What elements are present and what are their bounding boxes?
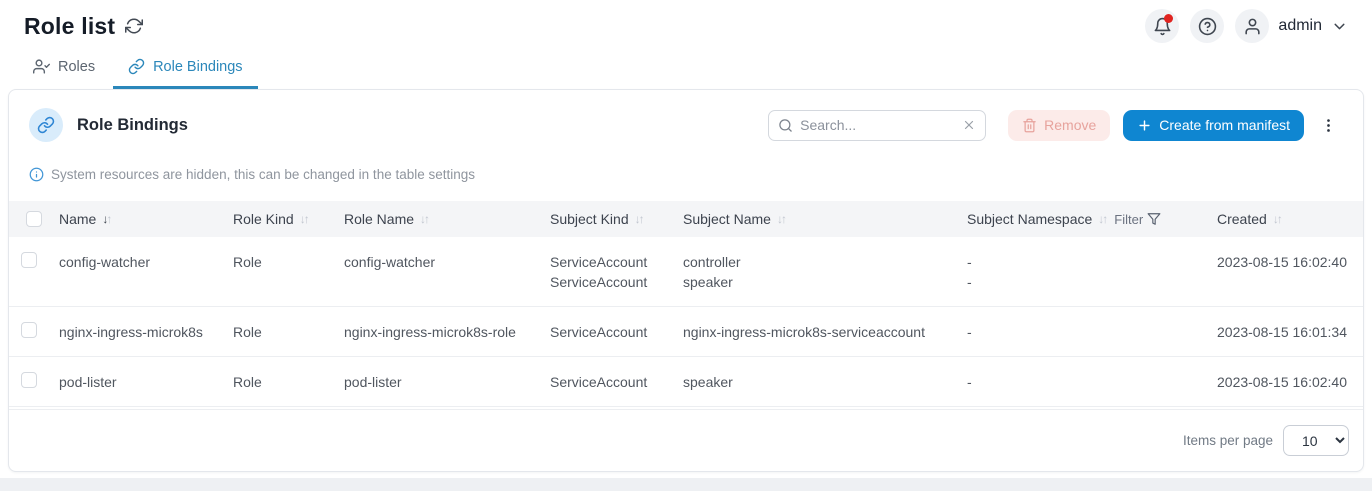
role-bindings-icon: [29, 108, 63, 142]
row-checkbox[interactable]: [21, 252, 37, 268]
filter-funnel-icon: [1147, 212, 1161, 226]
tabs: Roles Role Bindings: [0, 52, 1372, 89]
chevron-down-icon: [1331, 18, 1348, 35]
user-avatar: [1235, 9, 1269, 43]
cell-role-kind: Role: [233, 252, 344, 272]
cell-subject-namespace: -: [967, 372, 1208, 392]
sort-icon[interactable]: ↓↑: [777, 212, 785, 226]
column-header-created[interactable]: Created ↓↑: [1208, 211, 1363, 227]
search-input[interactable]: [800, 117, 955, 133]
refresh-icon[interactable]: [125, 17, 143, 35]
cell-created: 2023-08-15 16:01:34: [1208, 322, 1363, 342]
row-checkbox[interactable]: [21, 372, 37, 388]
cell-subject-name: nginx-ingress-microk8s-serviceaccount: [683, 322, 967, 342]
search-box: [768, 110, 986, 141]
cell-role-name: nginx-ingress-microk8s-role: [344, 322, 550, 342]
cell-name: pod-lister: [59, 372, 233, 392]
table-body: config-watcherRoleconfig-watcherServiceA…: [9, 237, 1363, 407]
user-icon: [1243, 17, 1262, 36]
sort-icon[interactable]: ↓↑: [420, 212, 428, 226]
user-menu[interactable]: admin: [1235, 9, 1348, 43]
page-title: Role list: [24, 13, 115, 40]
filter-button[interactable]: Filter: [1114, 212, 1161, 227]
items-per-page-select[interactable]: 10: [1283, 425, 1349, 456]
notification-badge: [1164, 14, 1173, 23]
user-check-icon: [33, 58, 50, 75]
remove-button-label: Remove: [1044, 117, 1096, 133]
cell-subject-namespace: -: [967, 322, 1208, 342]
clear-search-icon[interactable]: [962, 118, 976, 132]
cell-subject-name: speaker: [683, 372, 967, 392]
column-header-subject-namespace[interactable]: Subject Namespace ↓↑ Filter: [967, 211, 1208, 227]
help-button[interactable]: [1190, 9, 1224, 43]
plus-icon: [1137, 118, 1152, 133]
kebab-menu-icon[interactable]: [1316, 113, 1341, 138]
info-text: System resources are hidden, this can be…: [51, 167, 475, 182]
tab-role-bindings-label: Role Bindings: [153, 59, 242, 75]
tab-roles[interactable]: Roles: [18, 52, 110, 89]
info-row: System resources are hidden, this can be…: [29, 167, 1343, 182]
filter-label: Filter: [1114, 212, 1143, 227]
create-from-manifest-button[interactable]: Create from manifest: [1123, 110, 1304, 141]
column-header-role-name[interactable]: Role Name ↓↑: [344, 211, 550, 227]
cell-name: nginx-ingress-microk8s: [59, 322, 233, 342]
sort-icon[interactable]: ↓↑: [102, 212, 110, 226]
cell-subject-name: controllerspeaker: [683, 252, 967, 292]
table-row[interactable]: config-watcherRoleconfig-watcherServiceA…: [9, 237, 1363, 307]
sort-icon[interactable]: ↓↑: [300, 212, 308, 226]
cell-subject-kind: ServiceAccount: [550, 322, 683, 342]
sort-icon[interactable]: ↓↑: [635, 212, 643, 226]
link-icon: [128, 58, 145, 75]
tab-role-bindings[interactable]: Role Bindings: [113, 52, 257, 89]
column-header-role-kind[interactable]: Role Kind ↓↑: [233, 211, 344, 227]
info-icon: [29, 167, 44, 182]
cell-subject-kind: ServiceAccount: [550, 372, 683, 392]
row-checkbox[interactable]: [21, 322, 37, 338]
search-icon: [778, 118, 793, 133]
cell-role-name: config-watcher: [344, 252, 550, 272]
cell-role-kind: Role: [233, 322, 344, 342]
cell-created: 2023-08-15 16:02:40: [1208, 252, 1363, 272]
column-header-subject-kind[interactable]: Subject Kind ↓↑: [550, 211, 683, 227]
topbar: Role list: [0, 0, 1372, 44]
cell-subject-namespace: --: [967, 252, 1208, 292]
column-header-subject-name[interactable]: Subject Name ↓↑: [683, 211, 967, 227]
notifications-button[interactable]: [1145, 9, 1179, 43]
select-all-checkbox[interactable]: [26, 211, 42, 227]
sort-icon[interactable]: ↓↑: [1098, 212, 1106, 226]
table-row[interactable]: nginx-ingress-microk8sRolenginx-ingress-…: [9, 307, 1363, 357]
sort-icon[interactable]: ↓↑: [1273, 212, 1281, 226]
card-title: Role Bindings: [77, 116, 188, 135]
card-header: Role Bindings Remove: [9, 90, 1363, 142]
create-button-label: Create from manifest: [1159, 117, 1290, 133]
remove-button[interactable]: Remove: [1008, 110, 1110, 141]
cell-role-name: pod-lister: [344, 372, 550, 392]
table-row[interactable]: pod-listerRolepod-listerServiceAccountsp…: [9, 357, 1363, 407]
cell-created: 2023-08-15 16:02:40: [1208, 372, 1363, 392]
column-header-name[interactable]: Name ↓↑: [59, 211, 233, 227]
cell-name: config-watcher: [59, 252, 233, 272]
trash-icon: [1022, 118, 1037, 133]
help-icon: [1198, 17, 1217, 36]
role-bindings-card: Role Bindings Remove: [8, 89, 1364, 472]
cell-subject-kind: ServiceAccountServiceAccount: [550, 252, 683, 292]
table-footer: Items per page 10: [9, 409, 1363, 471]
items-per-page-label: Items per page: [1183, 433, 1273, 448]
user-name: admin: [1278, 17, 1322, 35]
table-header: Name ↓↑ Role Kind ↓↑ Role Name ↓↑ Subjec…: [9, 201, 1363, 237]
tab-roles-label: Roles: [58, 59, 95, 75]
page: Role list: [0, 0, 1372, 478]
cell-role-kind: Role: [233, 372, 344, 392]
